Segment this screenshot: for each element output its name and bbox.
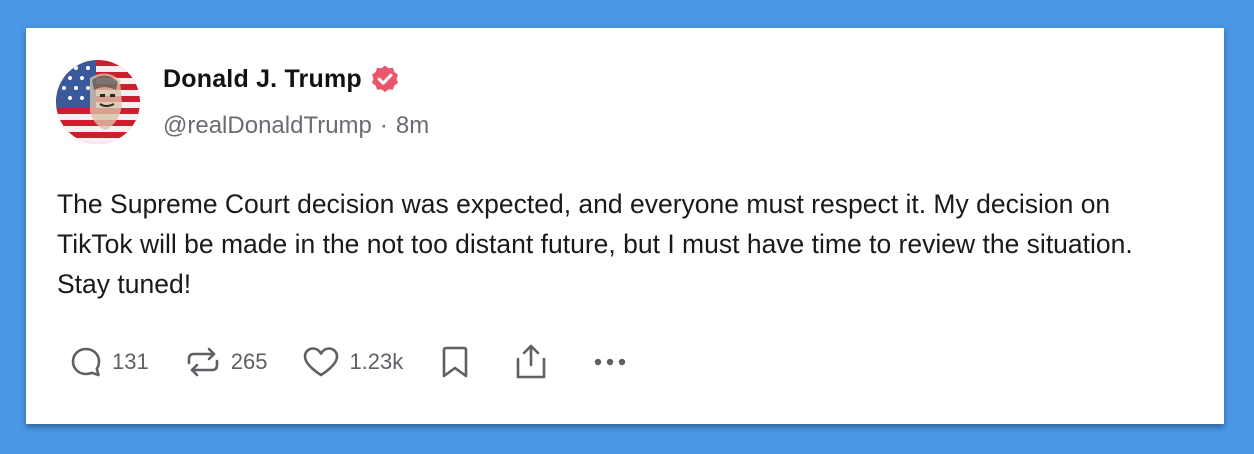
bookmark-icon <box>442 346 468 378</box>
like-count: 1.23k <box>349 349 404 374</box>
repost-arrows-icon <box>187 347 219 377</box>
reply-bubble-icon <box>71 347 101 377</box>
author-handle[interactable]: @realDonaldTrump <box>163 112 372 140</box>
handle-row: @realDonaldTrump · 8m <box>163 112 429 140</box>
bookmark-button[interactable] <box>439 344 471 380</box>
separator-dot: · <box>379 112 388 139</box>
reply-count: 131 <box>112 349 149 374</box>
avatar-image <box>56 60 140 144</box>
verified-badge-icon <box>371 65 398 93</box>
repost-button[interactable]: 265 <box>183 344 268 380</box>
avatar[interactable] <box>56 60 140 144</box>
more-options-button[interactable] <box>591 344 629 380</box>
heart-icon <box>304 347 339 377</box>
share-button[interactable] <box>513 343 549 381</box>
author-row: Donald J. Trump <box>163 64 400 94</box>
repost-count: 265 <box>230 349 268 374</box>
more-dots-icon <box>595 358 626 366</box>
post-card: Donald J. Trump @realDonaldTrump · 8m Th… <box>26 28 1224 424</box>
post-timestamp[interactable]: 8m <box>396 112 429 140</box>
share-upload-icon <box>516 344 546 379</box>
author-name[interactable]: Donald J. Trump <box>163 65 362 94</box>
like-button[interactable]: 1.23k <box>301 344 403 380</box>
post-text: The Supreme Court decision was expected,… <box>57 189 1133 299</box>
action-bar: 131 265 1.23k <box>68 342 629 382</box>
reply-button[interactable]: 131 <box>68 344 149 380</box>
